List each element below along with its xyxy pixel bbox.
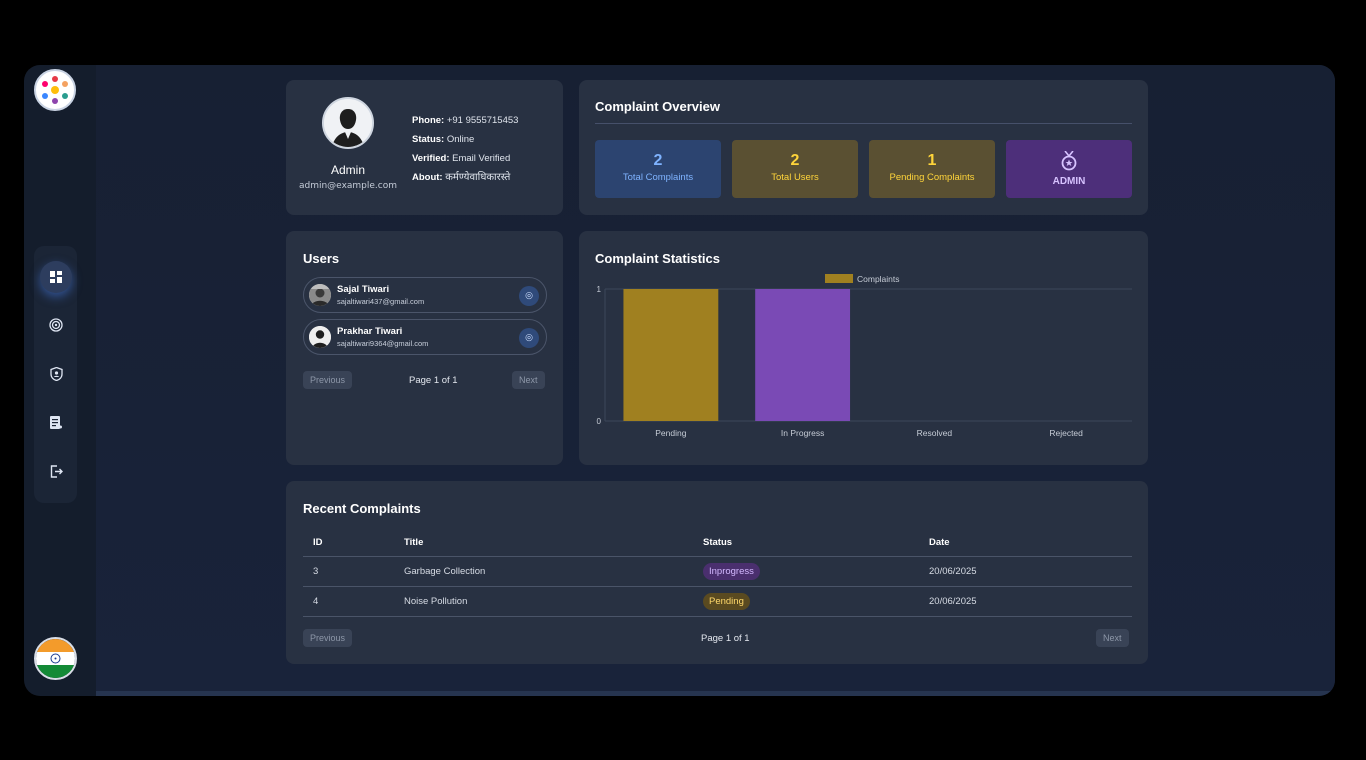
users-title: Users [303,251,340,266]
cell-title: Noise Pollution [394,586,693,617]
stat-label: Total Complaints [622,172,694,183]
overview-title: Complaint Overview [595,99,720,114]
phone-value: +91 9555715453 [446,115,519,126]
medal-icon [1006,150,1132,176]
recent-previous-button[interactable]: Previous [303,629,353,647]
stat-value: 1 [927,152,937,169]
cell-date: 20/06/2025 [919,586,1132,617]
community-logo-icon[interactable] [34,69,76,111]
verified-value: Email Verified [452,153,511,164]
legend-swatch [825,274,853,283]
view-user-icon[interactable]: ◎ [519,286,539,306]
status-badge: Pending [703,592,750,610]
stat-value: 2 [653,152,663,169]
y-tick-label: 0 [597,417,602,426]
stat-label: ADMIN [1052,176,1086,187]
user-row[interactable]: Sajal Tiwari sajaltiwari437@gmail.com ◎ [303,277,547,313]
complaint-statistics-card: Complaint Statistics 0 1 Pending In Progres… [579,231,1148,465]
user-email: sajaltiwari9364@gmail.com [337,339,429,348]
recent-page-indicator: Page 1 of 1 [701,633,750,644]
status-badge: Inprogress [703,562,760,580]
cell-id: 4 [303,586,394,617]
table-header-row: ID Title Status Date [303,530,1132,557]
column-header: Status [693,530,919,557]
view-user-icon[interactable]: ◎ [519,328,539,348]
cell-title: Garbage Collection [394,556,693,587]
x-tick-label: Resolved [917,428,953,438]
about-label: About: [412,172,443,183]
table-row[interactable]: 3 Garbage Collection Inprogress 20/06/20… [303,556,1132,587]
profile-card: Admin admin@example.com Phone: +91 95557… [286,80,563,215]
stat-label: Pending Complaints [889,172,975,183]
complaint-overview-card: Complaint Overview 2 Total Complaints 2 … [579,80,1148,215]
about-value: कर्मण्येवाधिकारस्ते [445,172,511,183]
avatar [322,97,374,149]
user-row[interactable]: Prakhar Tiwari sajaltiwari9364@gmail.com… [303,319,547,355]
verified-label: Verified: [412,153,450,164]
recent-title: Recent Complaints [303,501,421,516]
bar-pending [623,289,719,421]
complaint-bar-chart: 0 1 Pending In Progress Resolved Rejected Comp… [597,274,1132,438]
phone-label: Phone: [412,115,445,126]
complaints-table: ID Title Status Date 3 Garbage Collectio… [303,530,1132,617]
app-frame: Admin admin@example.com Phone: +91 95557… [24,65,1335,696]
india-flag-icon[interactable] [34,637,77,680]
dashboard-icon[interactable] [40,261,72,293]
cell-status: Pending [693,586,919,617]
users-next-button[interactable]: Next [512,371,545,389]
stat-value: 2 [790,152,800,169]
logout-icon[interactable] [40,455,72,487]
stats-title: Complaint Statistics [595,251,720,266]
cell-date: 20/06/2025 [919,556,1132,587]
stat-total-users[interactable]: 2 Total Users [732,140,858,198]
fingerprint-icon[interactable] [40,309,72,341]
column-header: Title [394,530,693,557]
user-name: Sajal Tiwari [337,284,390,295]
x-tick-label: In Progress [781,428,824,438]
avatar [309,326,331,348]
y-tick-label: 1 [597,285,602,294]
stat-admin-role[interactable]: ADMIN [1006,140,1132,198]
users-previous-button[interactable]: Previous [303,371,353,389]
x-tick-label: Rejected [1049,428,1083,438]
avatar [309,284,331,306]
stat-total-complaints[interactable]: 2 Total Complaints [595,140,721,198]
table-row[interactable]: 4 Noise Pollution Pending 20/06/2025 [303,586,1132,617]
profile-email: admin@example.com [298,181,398,191]
x-tick-label: Pending [655,428,686,438]
user-email: sajaltiwari437@gmail.com [337,297,425,306]
bar-in-progress [755,289,851,421]
profile-name: Admin [330,163,365,177]
status-value: Online [446,134,475,145]
users-card: Users Sajal Tiwari sajaltiwari437@gmail.… [286,231,563,465]
cell-id: 3 [303,556,394,587]
recent-complaints-card: Recent Complaints ID Title Status Date 3… [286,481,1148,664]
status-label: Status: [412,134,445,145]
column-header: ID [303,530,394,557]
shield-user-icon[interactable] [40,358,72,390]
profile-info: Phone: +91 9555715453 Status: Online Ver… [412,111,518,187]
bottom-strip [96,691,1335,696]
recent-next-button[interactable]: Next [1096,629,1129,647]
stat-label: Total Users [771,172,819,183]
divider [595,123,1132,124]
users-page-indicator: Page 1 of 1 [409,375,458,386]
stat-pending-complaints[interactable]: 1 Pending Complaints [869,140,995,198]
legend-label: Complaints [857,274,900,284]
cell-status: Inprogress [693,556,919,587]
report-icon[interactable] [40,406,72,438]
user-name: Prakhar Tiwari [337,326,403,337]
sidebar-nav [34,246,77,503]
column-header: Date [919,530,1132,557]
